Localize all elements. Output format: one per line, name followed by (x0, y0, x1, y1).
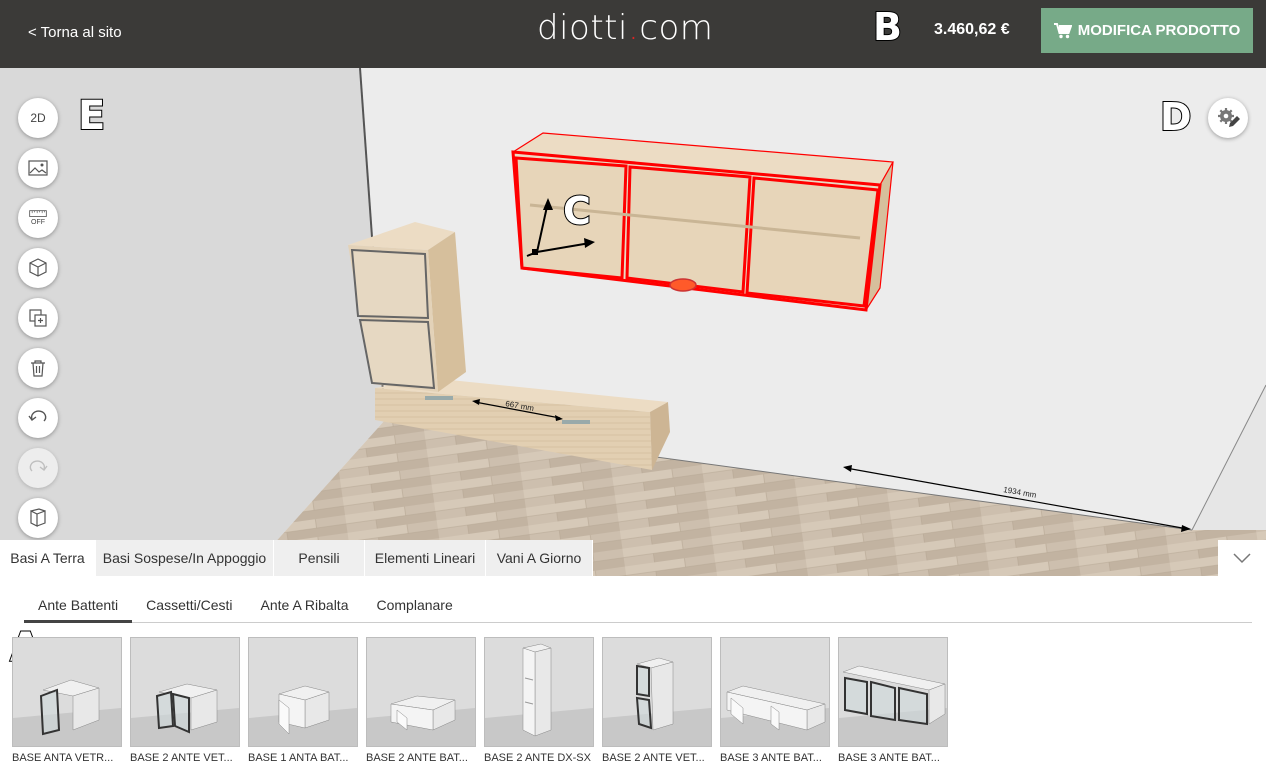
site-logo[interactable]: diotti.com (537, 8, 713, 48)
tab-basi-sospese[interactable]: Basi Sospese/In Appoggio (96, 540, 274, 576)
cart-icon (1053, 22, 1072, 38)
marker-d: D (1159, 95, 1193, 139)
tab-basi-a-terra[interactable]: Basi A Terra (0, 540, 96, 576)
marker-b: B (872, 5, 903, 49)
room-scene[interactable]: 667 mm 1934 mm (0, 68, 1266, 576)
product-name: BASE 2 ANTE BAT... (366, 752, 468, 764)
product-name: BASE 2 ANTE VET... (130, 752, 233, 764)
2d-label: 2D (30, 111, 46, 125)
product-name: BASE 3 ANTE BAT... (838, 752, 940, 764)
undo-button[interactable] (18, 398, 58, 438)
product-thumbnail (484, 637, 594, 747)
room-button[interactable] (18, 498, 58, 538)
product-name: BASE 1 ANTA BAT... (248, 752, 349, 764)
chevron-down-icon (1233, 553, 1251, 564)
2d-view-button[interactable]: 2D (18, 98, 58, 138)
edit-product-label: MODIFICA PRODOTTO (1077, 22, 1241, 39)
collapse-panel-button[interactable] (1218, 540, 1266, 576)
product-card[interactable]: BASE 2 ANTE VET... (130, 637, 240, 774)
product-thumbnail (130, 637, 240, 747)
product-thumbnail (248, 637, 358, 747)
3d-viewport[interactable]: 667 mm 1934 mm C E D 2D OFF (0, 68, 1266, 576)
product-thumbnail (720, 637, 830, 747)
gear-edit-icon (1218, 108, 1240, 127)
redo-button[interactable] (18, 448, 58, 488)
product-card[interactable]: BASE 2 ANTE BAT... (366, 637, 476, 774)
marker-c: C (562, 189, 592, 233)
subtab-cassetti-cesti[interactable]: Cassetti/Cesti (132, 586, 246, 623)
product-thumbnail (12, 637, 122, 747)
subtab-ante-battenti[interactable]: Ante Battenti (24, 586, 133, 623)
product-name: BASE 3 ANTE BAT... (720, 752, 822, 764)
subtab-ante-a-ribalta[interactable]: Ante A Ribalta (247, 586, 363, 623)
tab-vani-a-giorno[interactable]: Vani A Giorno (486, 540, 593, 576)
tab-elementi-lineari[interactable]: Elementi Lineari (365, 540, 486, 576)
subtab-complanare[interactable]: Complanare (362, 586, 466, 623)
product-card[interactable]: BASE 3 ANTE BAT... (838, 637, 948, 774)
product-thumbnail (602, 637, 712, 747)
product-name: BASE 2 ANTE VET... (602, 752, 705, 764)
total-price: 3.460,62 € (934, 21, 1010, 38)
image-icon (28, 160, 48, 176)
product-thumbnail (838, 637, 948, 747)
redo-icon (29, 460, 48, 472)
background-image-button[interactable] (18, 148, 58, 188)
subcategory-tabs: Ante Battenti Cassetti/Cesti Ante A Riba… (24, 586, 1252, 623)
measure-toggle-button[interactable]: OFF (18, 198, 58, 238)
product-card[interactable]: BASE 3 ANTE BAT... (720, 637, 830, 774)
trash-icon (31, 360, 45, 377)
logo-tld: com (639, 8, 714, 48)
product-name: BASE ANTA VETR... (12, 752, 114, 764)
edit-product-button[interactable]: MODIFICA PRODOTTO (1041, 8, 1253, 53)
product-thumbnail (366, 637, 476, 747)
product-name: BASE 2 ANTE DX-SX (484, 752, 591, 764)
settings-button[interactable] (1208, 98, 1248, 138)
top-bar: < Torna al sito diotti.com B 3.460,62 € … (0, 0, 1266, 68)
cube-icon (29, 258, 47, 277)
measure-state: OFF (31, 219, 45, 226)
room-icon (30, 508, 46, 527)
undo-icon (28, 410, 47, 422)
marker-e: E (77, 93, 106, 139)
product-card[interactable]: BASE 2 ANTE DX-SX (484, 637, 594, 774)
logo-main: diotti (537, 8, 628, 48)
logo-dot: . (627, 8, 640, 48)
back-to-site-link[interactable]: < Torna al sito (28, 24, 122, 41)
tab-pensili[interactable]: Pensili (274, 540, 365, 576)
duplicate-icon (29, 309, 47, 327)
duplicate-button[interactable] (18, 298, 58, 338)
product-card[interactable]: BASE ANTA VETR... (12, 637, 122, 774)
ruler-icon (29, 210, 47, 217)
3d-view-button[interactable] (18, 248, 58, 288)
product-card[interactable]: BASE 1 ANTA BAT... (248, 637, 358, 774)
product-card[interactable]: BASE 2 ANTE VET... (602, 637, 712, 774)
category-tabs: Basi A Terra Basi Sospese/In Appoggio Pe… (0, 540, 593, 576)
delete-button[interactable] (18, 348, 58, 388)
